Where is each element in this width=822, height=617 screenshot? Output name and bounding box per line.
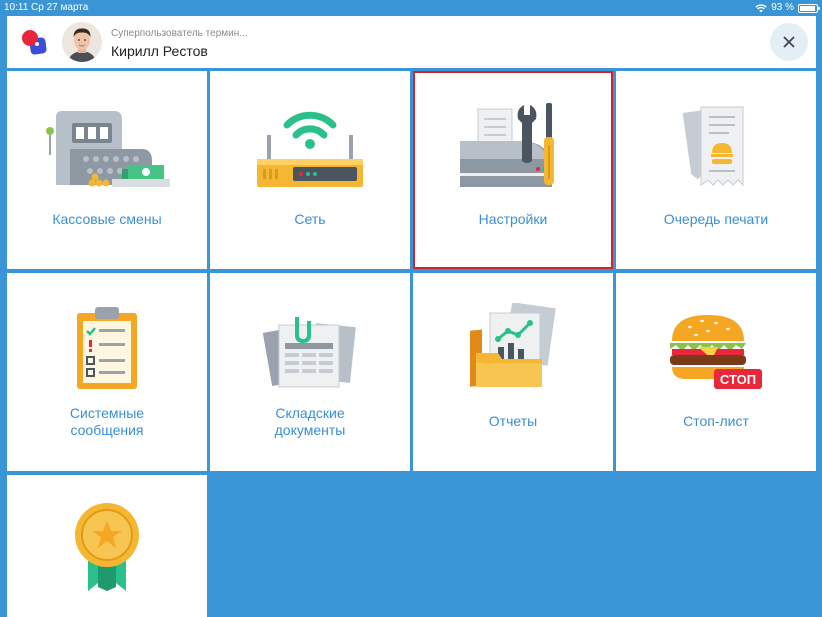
status-bar: 10:11 Ср 27 марта 93 % [0,0,822,16]
tile-system-messages[interactable]: Системные сообщения [7,273,207,471]
tile-label: Системные сообщения [69,405,145,438]
app-logo-icon [22,30,47,55]
battery-percent: 93 % [771,2,794,13]
receipt-icon [682,106,744,187]
close-button[interactable] [770,23,808,61]
tile-label: Отчеты [488,413,538,429]
tile-network[interactable]: Сеть [210,71,410,269]
tile-print-queue[interactable]: Очередь печати [616,71,816,269]
tile-stop-list[interactable]: СТОП Стоп-лист [616,273,816,471]
close-icon [783,36,795,48]
clipboard-icon [77,307,137,389]
battery-icon [798,3,820,13]
stop-badge-text: СТОП [720,372,756,387]
documents-icon [263,317,356,388]
reports-folder-icon [470,303,556,387]
tile-cash-shifts[interactable]: Кассовые смены [7,71,207,269]
user-role: Суперпользователь термин... [111,28,248,39]
avatar [62,22,102,62]
tile-label: Кассовые смены [52,211,162,227]
wifi-icon [755,3,767,12]
tile-label: Сеть [294,211,326,227]
tile-label: Складские документы [274,405,346,438]
tile-label: Очередь печати [663,211,769,227]
user-name: Кирилл Рестов [111,43,208,59]
cash-register-icon [46,111,170,187]
tile-reports[interactable]: Отчеты [413,273,613,471]
status-time-date: 10:11 Ср 27 марта [4,2,89,13]
settings-tools-icon [460,103,554,187]
medal-icon [75,503,139,591]
tile-warehouse-documents[interactable]: Складские документы [210,273,410,471]
tile-loyalty[interactable] [7,475,207,617]
tile-label: Стоп-лист [683,413,749,429]
tile-settings[interactable]: Настройки [413,71,613,269]
user-header: Суперпользователь термин... Кирилл Ресто… [7,16,816,68]
burger-stop-icon: СТОП [670,315,762,389]
router-icon [257,111,363,187]
tile-label: Настройки [478,211,548,227]
